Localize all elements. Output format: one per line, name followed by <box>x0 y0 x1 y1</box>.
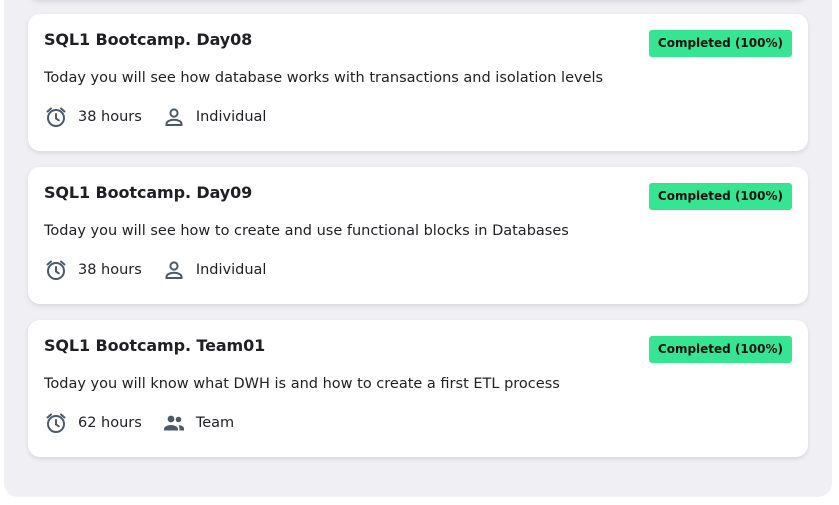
status-badge: Completed (100%) <box>648 30 792 57</box>
project-duration: 62 hours <box>78 415 142 431</box>
person-icon <box>162 258 186 282</box>
project-format: Individual <box>195 109 267 125</box>
project-meta: 38 hours Individual <box>44 105 266 129</box>
project-title[interactable]: SQL1 Bootcamp. Day08 <box>44 30 252 49</box>
project-meta: 62 hours Team <box>44 411 234 435</box>
person-icon <box>162 105 186 129</box>
alarm-clock-icon <box>44 258 68 282</box>
project-duration: 38 hours <box>78 262 142 278</box>
project-card[interactable]: SQL1 Bootcamp. Day09 Completed (100%) To… <box>28 167 808 304</box>
alarm-clock-icon <box>44 105 68 129</box>
project-title[interactable]: SQL1 Bootcamp. Day09 <box>44 183 252 202</box>
project-card[interactable]: SQL1 Bootcamp. Team01 Completed (100%) T… <box>28 320 808 457</box>
project-format: Team <box>195 415 235 431</box>
alarm-clock-icon <box>44 411 68 435</box>
project-description: Today you will see how database works wi… <box>44 70 604 86</box>
project-card[interactable]: SQL1 Bootcamp. Day08 Completed (100%) To… <box>28 14 808 151</box>
project-format: Individual <box>195 262 267 278</box>
project-title[interactable]: SQL1 Bootcamp. Team01 <box>44 336 265 355</box>
project-description: Today you will see how to create and use… <box>44 223 569 239</box>
people-icon <box>162 411 186 435</box>
project-description: Today you will know what DWH is and how … <box>44 376 560 392</box>
status-badge: Completed (100%) <box>648 183 792 210</box>
project-meta: 38 hours Individual <box>44 258 266 282</box>
project-duration: 38 hours <box>78 109 142 125</box>
status-badge: Completed (100%) <box>648 336 792 363</box>
